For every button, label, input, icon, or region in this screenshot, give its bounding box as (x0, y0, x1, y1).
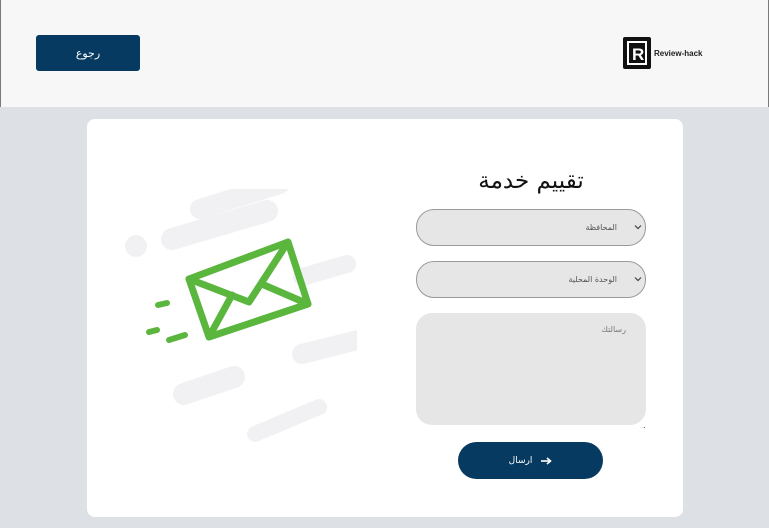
decor-stripe (173, 366, 245, 405)
decor-stripe (161, 200, 278, 250)
local-unit-select-wrapper: الوحدة المحلية (416, 261, 646, 298)
top-header: رجوع R Review-hack (0, 0, 769, 107)
local-unit-select[interactable]: الوحدة المحلية (416, 261, 646, 298)
service-review-card: تقييم خدمة المحافظة الوحدة المحلية . ارس… (87, 119, 683, 517)
chevron-down-icon (634, 225, 642, 230)
decor-stripe (247, 399, 327, 442)
back-button[interactable]: رجوع (36, 35, 140, 71)
speed-lines (146, 300, 188, 343)
message-textarea[interactable] (416, 313, 646, 425)
envelope-illustration (125, 189, 357, 442)
logo-mark-icon: R (623, 37, 651, 69)
decor-dot (125, 235, 147, 257)
service-review-form: تقييم خدمة المحافظة الوحدة المحلية . ارس… (416, 161, 646, 479)
site-logo[interactable]: R Review-hack (623, 37, 702, 69)
field-dot: . (643, 421, 646, 430)
logo-letter: R (632, 45, 644, 64)
submit-button[interactable]: ارسال (458, 442, 603, 479)
envelope-icon (185, 238, 312, 341)
chevron-down-icon (634, 277, 642, 282)
decor-stripe (292, 329, 357, 364)
submit-label: ارسال (508, 455, 533, 466)
logo-text: Review-hack (654, 48, 703, 58)
arrow-right-icon (541, 456, 553, 465)
governorate-select[interactable]: المحافظة (416, 209, 646, 246)
governorate-select-wrapper: المحافظة (416, 209, 646, 246)
form-title: تقييم خدمة (478, 168, 584, 194)
decor-stripe (293, 255, 356, 286)
